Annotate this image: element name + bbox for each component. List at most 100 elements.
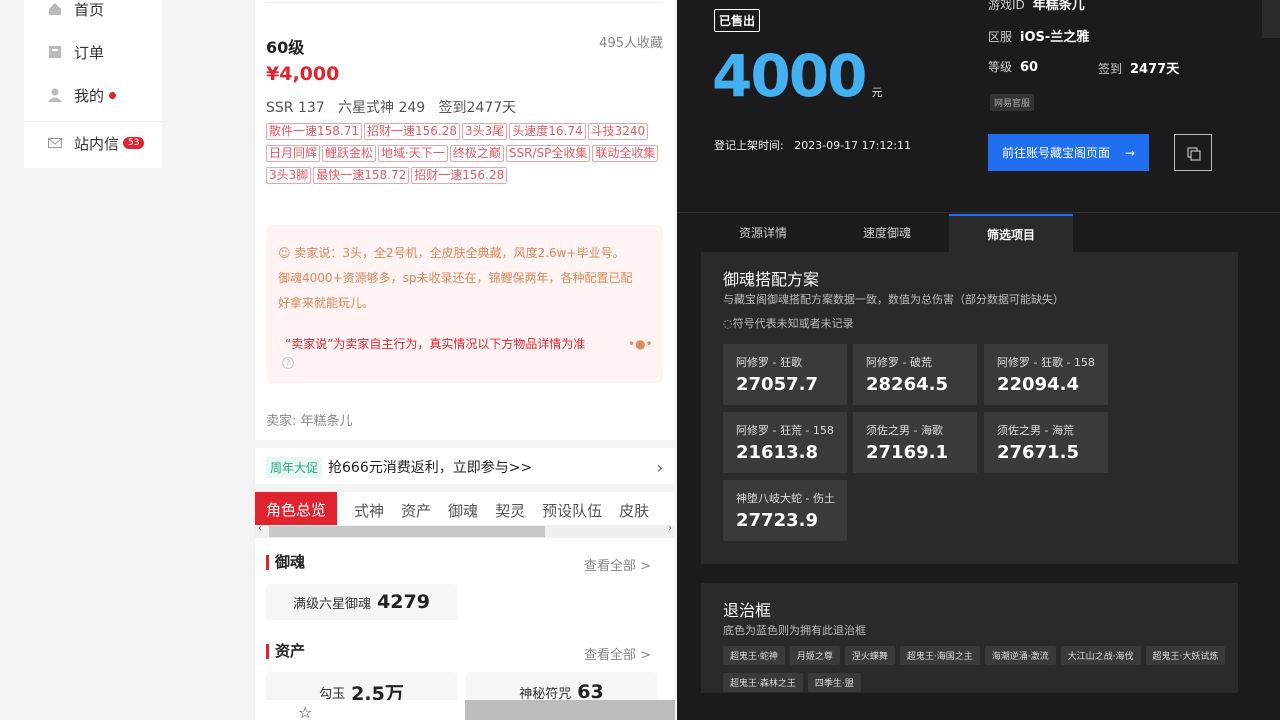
feature-tag: 招财一速156.28 xyxy=(411,167,508,184)
feature-tag: 日月同辉 xyxy=(266,145,321,162)
horizontal-scrollbar[interactable]: ‹ › xyxy=(255,523,675,538)
yuhun-plan-panel: 御魂搭配方案 与藏宝阁御魂搭配方案数据一致，数值为总伤害（部分数据可能缺失） ◌… xyxy=(701,252,1238,564)
frames-panel: 退治框 底色为蓝色则为拥有此退治框 超鬼王·蛇神 月姬之尊 涅火蝶舞 超鬼王·海国之主… xyxy=(701,583,1238,693)
promo-banner[interactable]: 周年大促 抢666元消费返利，立即参与>> › xyxy=(266,455,663,479)
tab-qiling[interactable]: 契灵 xyxy=(495,500,525,521)
feature-tag: 散件一速158.71 xyxy=(266,123,362,140)
feature-tag: 斗技3240 xyxy=(587,123,649,140)
game-id: 年糕条儿 xyxy=(1032,0,1085,13)
tab-assets[interactable]: 资产 xyxy=(401,500,431,521)
frames-title: 退治框 xyxy=(723,601,772,620)
frame-tag: 超鬼王·大妖试炼 xyxy=(1145,646,1226,665)
frame-tag: 超鬼王·森林之王 xyxy=(723,673,803,692)
yuhun-plan-card: 神堕八岐大蛇 - 伤土 27723.9 xyxy=(723,480,847,541)
seller-says-line1: 卖家说：3头，全2号机，全皮肤全典藏，风度2.6w+毕业号。 xyxy=(294,246,625,260)
signin-row: 签到 2477天 xyxy=(1098,62,1180,77)
nav-item-label: 首页 xyxy=(74,0,105,19)
left-nav: 首页 订单 我的 站内信 53 xyxy=(24,0,162,168)
price-unit: 元 xyxy=(871,86,883,99)
seller-says-line2: 御魂4000+资源够多，sp未收录还在，锦鲤保两年，各种配置已配 xyxy=(278,271,633,285)
divider xyxy=(677,212,1280,213)
page-scrollbar[interactable] xyxy=(1262,0,1280,38)
divider xyxy=(255,440,675,448)
yuhun-plan-card: 须佐之男 - 海荒 27671.5 xyxy=(984,412,1108,473)
level-title: 60级 xyxy=(266,38,305,57)
copy-button[interactable] xyxy=(1174,134,1212,171)
frame-tag: 海潮逆涌·激流 xyxy=(984,646,1056,665)
detail-tabs: 角色总览 式神 资产 御魂 契灵 预设队伍 皮肤 xyxy=(255,492,675,528)
section-title-yuhun: 御魂 xyxy=(266,555,305,570)
scroll-left-icon[interactable]: ‹ xyxy=(258,523,262,534)
promo-badge: 周年大促 xyxy=(266,456,323,478)
goto-cbg-button[interactable]: 前往账号藏宝阁页面 → xyxy=(988,134,1149,171)
frame-tag: 超鬼王·海国之主 xyxy=(899,646,980,665)
help-icon[interactable]: ? xyxy=(282,357,294,369)
yuhun-plan-card: 须佐之男 - 海歌 27169.1 xyxy=(853,412,977,473)
account-detail-panel: 已售出 4000 元 游戏ID 年糕条儿 区服 iOS-兰之雅 等级 60 签到 2477… xyxy=(677,0,1280,720)
scrollbar-thumb[interactable] xyxy=(269,526,545,537)
card-value: 4279 xyxy=(377,591,430,613)
cut-top-row xyxy=(266,0,663,3)
nav-item-label: 站内信 xyxy=(74,134,120,153)
tab-overview[interactable]: 角色总览 xyxy=(255,492,338,528)
tab-resources[interactable]: 资源详情 xyxy=(701,214,825,252)
sold-badge: 已售出 xyxy=(714,9,761,32)
yuhun-plan-title: 御魂搭配方案 xyxy=(723,270,820,289)
feature-tag: 联动全收集 xyxy=(592,145,659,162)
see-all-assets[interactable]: 查看全部 > xyxy=(584,644,651,663)
level-row: 等级 60 xyxy=(988,60,1039,75)
feature-tag: 鲤跃金松 xyxy=(322,145,377,162)
frame-tag: 大江山之战·海伐 xyxy=(1060,646,1141,665)
feature-tag: 地域·天下一 xyxy=(378,145,448,162)
nav-item-label: 订单 xyxy=(74,43,105,62)
chevron-right-icon: › xyxy=(656,457,663,477)
card-label: 神秘符咒 xyxy=(519,686,572,702)
nav-item-orders[interactable]: 订单 xyxy=(24,37,162,67)
user-icon xyxy=(48,88,62,102)
seller-says-box: ☺ 卖家说：3头，全2号机，全皮肤全典藏，风度2.6w+毕业号。 御魂4000+… xyxy=(266,225,663,383)
speech-icon: ☺ xyxy=(278,246,295,260)
nav-item-mine[interactable]: 我的 xyxy=(24,80,162,110)
tab-yuhun[interactable]: 御魂 xyxy=(448,500,478,521)
feature-tag: 头速度16.74 xyxy=(509,123,586,140)
tab-preset-team[interactable]: 预设队伍 xyxy=(542,500,602,521)
order-icon xyxy=(48,45,62,59)
server-value: iOS-兰之雅 xyxy=(1020,30,1090,45)
bottom-bar: ☆ xyxy=(255,700,465,720)
seller-says-line3: 好拿来就能玩儿。 xyxy=(278,296,375,310)
see-all-yuhun[interactable]: 查看全部 > xyxy=(584,555,651,574)
nav-item-home[interactable]: 首页 xyxy=(24,0,162,24)
yuhun-plan-card: 阿修罗 - 狂歌 - 158 22094.4 xyxy=(984,344,1108,405)
nav-item-label: 我的 xyxy=(74,86,105,105)
detail-price: 4000 元 xyxy=(712,42,883,110)
seller-name: 卖家: 年糕条儿 xyxy=(266,414,353,429)
disclaimer-text: “卖家说”为卖家自主行为，真实情况以下方物品详情为准 xyxy=(285,337,586,351)
favorites-count: 495人收藏 xyxy=(599,36,663,51)
level-value: 60 xyxy=(1020,60,1039,75)
star-favorite-icon[interactable]: ☆ xyxy=(298,703,312,720)
tab-skins[interactable]: 皮肤 xyxy=(619,500,649,521)
card-label: 勾玉 xyxy=(319,686,346,702)
tab-filter-items[interactable]: 筛选项目 xyxy=(949,214,1073,252)
nav-item-messages[interactable]: 站内信 53 xyxy=(24,128,162,158)
buy-button-partial[interactable] xyxy=(465,700,675,720)
official-server-badge: 网易官服 xyxy=(990,94,1035,111)
game-id-row: 游戏ID 年糕条儿 xyxy=(988,0,1085,13)
arrow-right-icon: → xyxy=(1124,145,1135,160)
account-stats: SSR 137 六星式神 249 签到2477天 xyxy=(266,100,517,116)
signin-value: 2477天 xyxy=(1130,62,1180,77)
scroll-right-icon[interactable]: › xyxy=(668,523,672,534)
feature-tag: 3头3尾 xyxy=(462,123,508,140)
tab-shikigami[interactable]: 式神 xyxy=(354,500,384,521)
yuhun-plan-card: 阿修罗 - 破荒 28264.5 xyxy=(853,344,977,405)
feature-tags: 散件一速158.71 招财一速156.28 3头3尾 头速度16.74 斗技3240日月… xyxy=(266,121,666,187)
notification-dot xyxy=(109,91,117,99)
tab-speed-yuhun[interactable]: 速度御魂 xyxy=(825,214,949,252)
promo-text: 抢666元消费返利，立即参与>> xyxy=(328,460,533,476)
yuhun-plan-card: 阿修罗 - 狂荒 - 158 21613.8 xyxy=(723,412,847,473)
frame-tag: 涅火蝶舞 xyxy=(844,646,895,665)
frame-tag: 四季生·盟 xyxy=(807,673,861,692)
feature-tag: 招财一速156.28 xyxy=(364,123,460,140)
more-dots-icon[interactable]: •●• xyxy=(628,337,653,351)
home-icon xyxy=(48,2,62,16)
